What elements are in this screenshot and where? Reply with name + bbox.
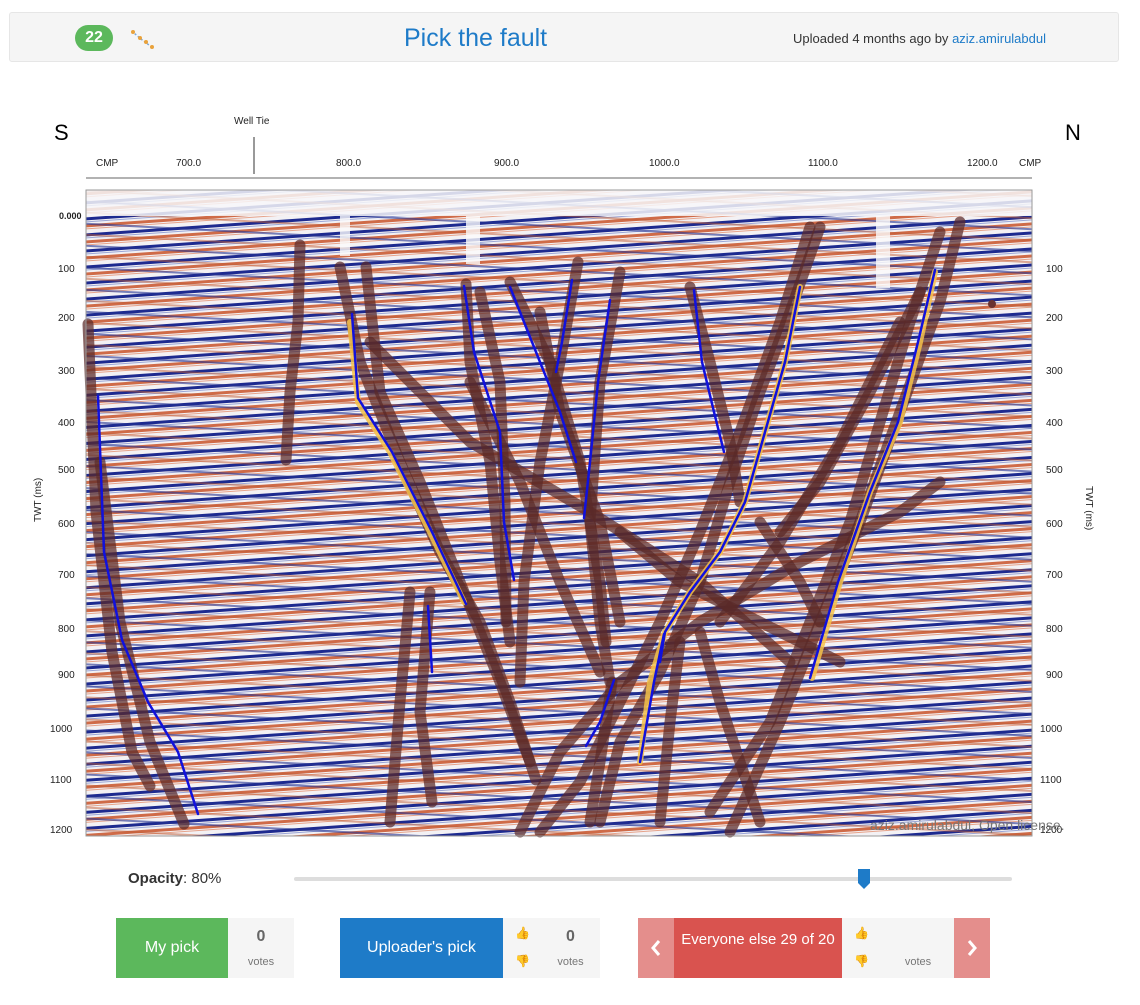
uploader-link[interactable]: aziz.amirulabdul <box>952 31 1046 46</box>
twt-axis-label-left: TWT (ms) <box>33 478 44 522</box>
cmp-tick-label: 900.0 <box>494 158 519 169</box>
uploader-pick-button[interactable]: Uploader's pick <box>340 918 503 978</box>
page-title: Pick the fault <box>404 24 548 52</box>
seismic-section[interactable]: S N Well Tie CMP CMP 700.0 800.0 900.0 1… <box>0 62 1140 852</box>
cmp-label-left: CMP <box>96 158 119 169</box>
cmp-tick-label: 700.0 <box>176 158 201 169</box>
cmp-label-right: CMP <box>1019 158 1042 169</box>
attribution-text: aziz.amirulabdul, Open license. <box>870 817 1065 833</box>
twt-tick-label: 700 <box>58 570 75 581</box>
pick-marker-dot <box>988 300 996 308</box>
opacity-label: Opacity: 80% <box>128 870 221 887</box>
twt-axis-label-right: TWT (ms) <box>1083 486 1094 530</box>
everyone-else-button[interactable]: Everyone else 29 of 20 <box>674 918 842 978</box>
everyone-vote-controls: 👍 👎 <box>842 918 882 978</box>
everyone-votes: votes <box>882 918 954 978</box>
twt-tick-label: 900 <box>1046 670 1063 681</box>
thumbs-down-icon[interactable]: 👎 <box>854 954 869 968</box>
my-pick-button[interactable]: My pick <box>116 918 228 978</box>
cmp-axis: Well Tie CMP CMP 700.0 800.0 900.0 1000.… <box>86 116 1042 179</box>
twt-tick-label: 300 <box>58 366 75 377</box>
my-pick-votes: 0 votes <box>228 918 294 978</box>
twt-tick-label: 100 <box>58 264 75 275</box>
twt-tick-label: 200 <box>1046 313 1063 324</box>
twt-zero-label: 0.000 <box>59 211 82 221</box>
twt-tick-label: 900 <box>58 670 75 681</box>
previous-pick-button[interactable] <box>638 918 674 978</box>
upload-info: Uploaded 4 months ago by aziz.amirulabdu… <box>793 31 1046 47</box>
twt-tick-label: 100 <box>1046 264 1063 275</box>
twt-tick-label: 1100 <box>1040 775 1062 786</box>
votes-label: votes <box>557 956 584 968</box>
upload-text: Uploaded 4 months ago by <box>793 31 949 46</box>
header-bar: 22 Pick the fault Uploaded 4 months ago … <box>9 12 1119 62</box>
opacity-slider-thumb[interactable] <box>858 869 871 889</box>
twt-axis-right: 100 200 300 400 500 600 700 800 900 1000… <box>1040 264 1094 836</box>
cmp-tick-label: 1100.0 <box>808 158 838 169</box>
thumbs-down-icon[interactable]: 👎 <box>515 954 530 968</box>
opacity-label-text: Opacity <box>128 870 184 887</box>
twt-tick-label: 800 <box>58 624 75 635</box>
cmp-tick-label: 800.0 <box>336 158 361 169</box>
chevron-right-icon <box>967 940 977 956</box>
cmp-tick-label: 1000.0 <box>649 158 680 169</box>
uploader-pick-votes: 0 votes <box>541 918 600 978</box>
my-pick-vote-count: 0 <box>256 928 266 945</box>
thumbs-up-icon[interactable]: 👍 <box>515 926 530 940</box>
thumbs-up-icon[interactable]: 👍 <box>854 926 869 940</box>
twt-tick-label: 400 <box>1046 418 1063 429</box>
twt-tick-label: 500 <box>1046 465 1063 476</box>
cmp-tick-label: 1200.0 <box>967 158 998 169</box>
twt-tick-label: 300 <box>1046 366 1063 377</box>
next-pick-button[interactable] <box>954 918 990 978</box>
twt-tick-label: 1000 <box>50 724 73 735</box>
twt-axis-left: 0.000 100 200 300 400 500 600 700 800 90… <box>33 211 82 836</box>
uploader-pick-vote-count: 0 <box>566 928 575 945</box>
twt-tick-label: 600 <box>1046 519 1063 530</box>
votes-label: votes <box>904 956 932 968</box>
well-tie-label: Well Tie <box>234 116 270 127</box>
twt-tick-label: 1200 <box>50 825 73 836</box>
twt-tick-label: 500 <box>58 465 75 476</box>
twt-tick-label: 200 <box>58 313 75 324</box>
opacity-value: : 80% <box>183 870 222 887</box>
pick-count-badge: 22 <box>75 25 113 51</box>
twt-tick-label: 600 <box>58 519 75 530</box>
twt-tick-label: 400 <box>58 418 75 429</box>
opacity-slider-track[interactable] <box>294 877 1012 881</box>
votes-label: votes <box>247 956 275 968</box>
twt-tick-label: 1100 <box>50 775 72 786</box>
chevron-left-icon <box>651 940 661 956</box>
fault-pick-icon <box>128 27 156 51</box>
uploader-vote-controls: 👍 👎 <box>503 918 541 978</box>
twt-tick-label: 800 <box>1046 624 1063 635</box>
twt-tick-label: 700 <box>1046 570 1063 581</box>
twt-tick-label: 1000 <box>1040 724 1063 735</box>
